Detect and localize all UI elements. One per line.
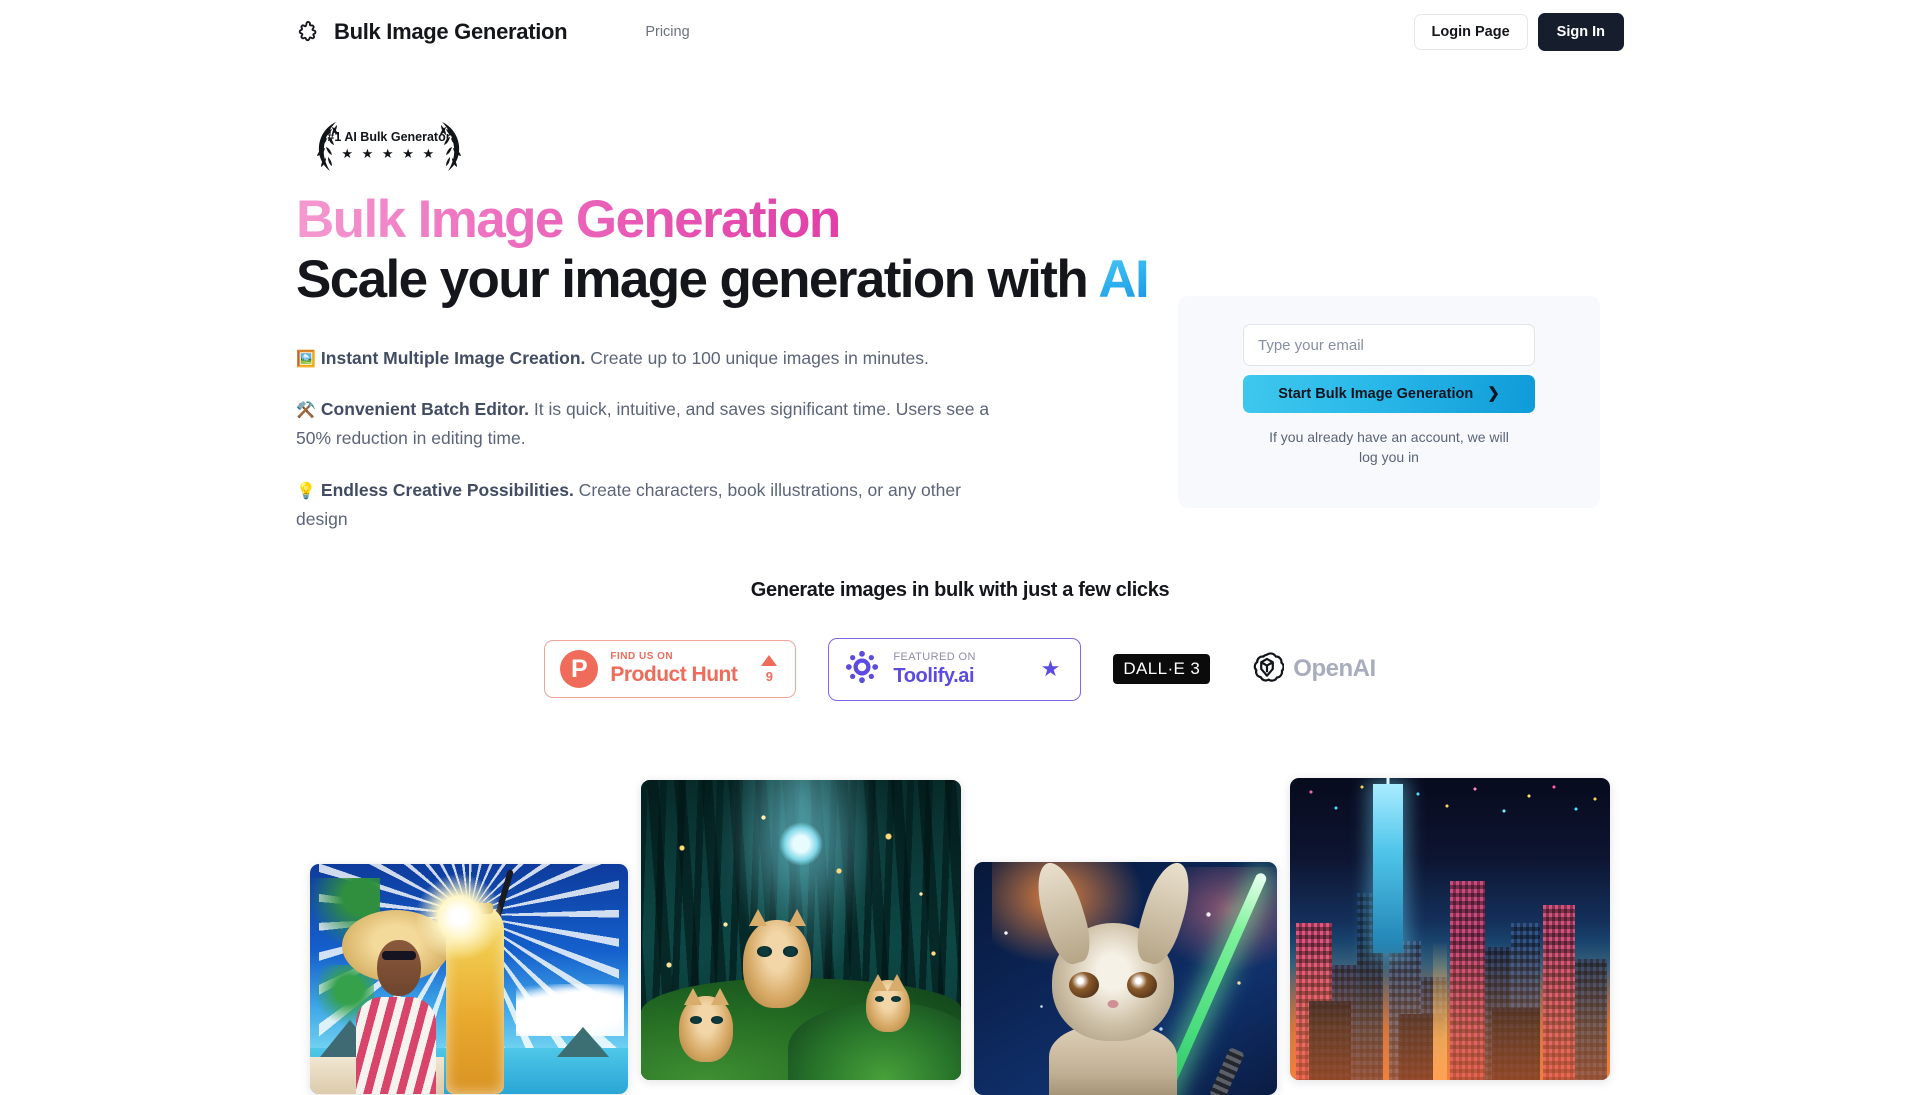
email-input[interactable] — [1243, 324, 1535, 366]
feature-item: 🖼️ Instant Multiple Image Creation. Creat… — [296, 344, 996, 373]
toolify-logo-icon — [845, 650, 879, 689]
signup-card: Start Bulk Image Generation ❯ If you alr… — [1178, 296, 1600, 508]
cta-label: Start Bulk Image Generation — [1278, 386, 1474, 402]
sign-in-button[interactable]: Sign In — [1537, 13, 1624, 51]
feature-title: Endless Creative Possibilities. — [320, 479, 574, 500]
social-proof-heading: Generate images in bulk with just a few … — [750, 578, 1170, 601]
feature-item: ⚒️ Convenient Batch Editor. It is quick, … — [296, 395, 996, 452]
feature-item: 💡 Endless Creative Possibilities. Create … — [296, 476, 996, 533]
framed-picture-emoji: 🖼️ — [296, 350, 316, 368]
upvote-arrow-icon — [761, 654, 778, 666]
dalle-3-logo: DALL·E 3 — [1113, 654, 1211, 685]
face-decoration — [377, 939, 422, 996]
light-bulb-emoji: 💡 — [296, 482, 316, 500]
header-actions: Login Page Sign In — [1413, 13, 1624, 51]
login-page-button[interactable]: Login Page — [1413, 14, 1528, 50]
signup-note: If you already have an account, we will … — [1269, 429, 1509, 466]
mountain-decoration — [556, 1027, 609, 1058]
headline-pink: Bulk Image Generation — [296, 190, 841, 249]
nav-item-pricing[interactable]: Pricing — [645, 24, 689, 40]
product-hunt-logo-icon: P — [560, 650, 599, 689]
product-hunt-upvote[interactable]: 9 — [761, 654, 778, 684]
kitten-decoration — [679, 988, 734, 1062]
award-badge: #1 AI Bulk Generator ★ ★ ★ ★ ★ — [296, 116, 482, 178]
sample-image-gallery — [0, 772, 1920, 1095]
social-proof-badges: P FIND US ON Product Hunt 9 FEATURED ON — [0, 637, 1920, 701]
brand-logo[interactable]: Bulk Image Generation — [296, 19, 568, 45]
sunglasses-decoration — [382, 951, 417, 961]
toolify-name: Toolify.ai — [893, 664, 975, 687]
toolify-text: FEATURED ON Toolify.ai — [893, 651, 1026, 688]
toolify-kicker: FEATURED ON — [893, 651, 976, 664]
beach-woman-bottle-image[interactable] — [310, 864, 628, 1094]
badge-stars: ★ ★ ★ ★ ★ — [341, 146, 436, 161]
toolify-badge[interactable]: FEATURED ON Toolify.ai ★ — [828, 637, 1082, 701]
puzzle-piece-icon — [296, 19, 322, 45]
brand-name: Bulk Image Generation — [334, 19, 568, 44]
pixel-art-cyberpunk-city-image[interactable] — [1290, 778, 1610, 1080]
feature-title: Convenient Batch Editor. — [320, 399, 529, 420]
spire-decoration — [1373, 784, 1404, 954]
headline-dark: Scale your image generation with AI — [296, 250, 1150, 310]
kitten-decoration — [743, 909, 812, 1008]
enchanted-forest-kittens-image[interactable] — [641, 780, 961, 1080]
feature-title: Instant Multiple Image Creation. — [320, 347, 586, 368]
product-hunt-name: Product Hunt — [610, 663, 738, 687]
upvote-count: 9 — [765, 668, 773, 684]
kitten-decoration — [865, 973, 910, 1032]
jedi-creature-lightsaber-image[interactable] — [974, 862, 1277, 1095]
openai-wordmark: OpenAI — [1293, 655, 1376, 683]
hammer-and-pick-emoji: ⚒️ — [296, 402, 316, 420]
badge-text: #1 AI Bulk Generator — [327, 130, 450, 144]
product-hunt-kicker: FIND US ON — [610, 651, 674, 663]
star-icon: ★ — [1040, 656, 1061, 682]
hero-left-column: #1 AI Bulk Generator ★ ★ ★ ★ ★ Bulk Imag… — [296, 116, 1150, 533]
sunset-haze-decoration — [1290, 941, 1610, 1080]
start-bulk-image-generation-button[interactable]: Start Bulk Image Generation ❯ — [1243, 375, 1535, 413]
site-header: Bulk Image Generation Pricing Login Page… — [0, 0, 1920, 64]
headline-dark-text: Scale your image generation with — [296, 250, 1099, 310]
feature-list: 🖼️ Instant Multiple Image Creation. Creat… — [296, 344, 996, 533]
chevron-right-icon: ❯ — [1487, 384, 1500, 402]
hero-section: #1 AI Bulk Generator ★ ★ ★ ★ ★ Bulk Imag… — [0, 64, 1920, 533]
creature-head-decoration — [1028, 862, 1199, 1041]
openai-mark-icon — [1250, 650, 1285, 689]
sun-decoration — [416, 873, 503, 960]
feature-text: Create up to 100 unique images in minute… — [585, 347, 929, 368]
page-title: Bulk Image Generation Scale your image g… — [296, 190, 1150, 310]
openai-logo: OpenAI — [1250, 650, 1376, 689]
product-hunt-badge[interactable]: P FIND US ON Product Hunt 9 — [544, 640, 797, 699]
product-hunt-text: FIND US ON Product Hunt — [610, 651, 749, 687]
headline-ai-accent: AI — [1098, 250, 1149, 310]
